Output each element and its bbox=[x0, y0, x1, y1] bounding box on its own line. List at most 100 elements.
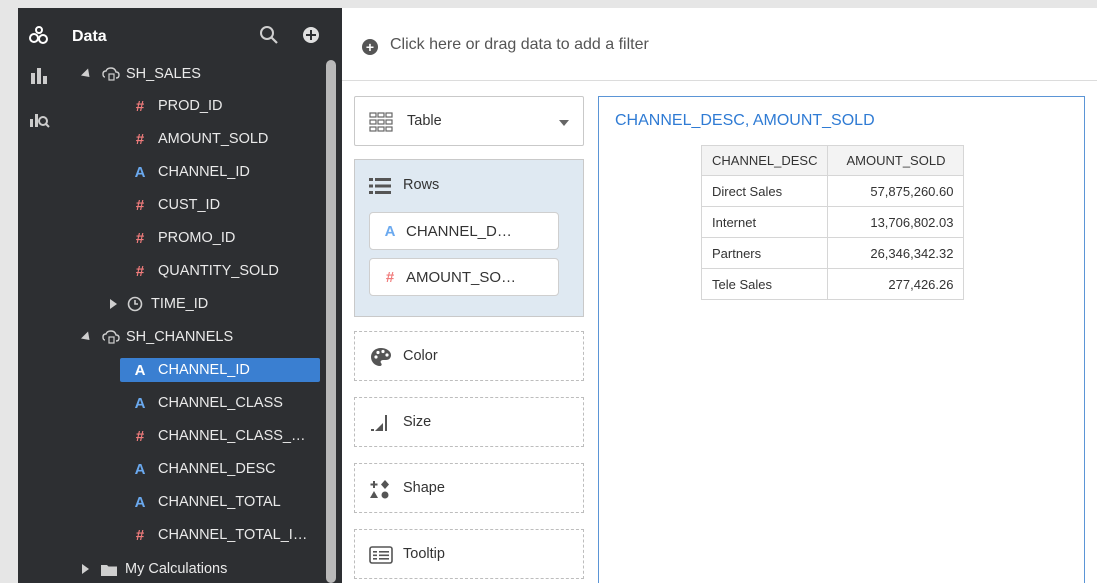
filter-bar[interactable]: + Click here or drag data to add a filte… bbox=[342, 8, 1097, 81]
rows-icon bbox=[369, 178, 391, 194]
data-panel-title: Data bbox=[72, 28, 107, 45]
color-label: Color bbox=[403, 348, 438, 364]
rows-pill-channel-desc[interactable]: A CHANNEL_D… bbox=[369, 212, 559, 250]
tooltip-dropzone[interactable]: Tooltip bbox=[354, 529, 584, 579]
tooltip-label: Tooltip bbox=[403, 546, 445, 562]
tooltip-icon bbox=[369, 546, 393, 564]
data-table: CHANNEL_DESC AMOUNT_SOLD Direct Sales 57… bbox=[700, 145, 965, 300]
tree-field-time-id[interactable]: TIME_ID bbox=[110, 292, 208, 316]
tree-field-channel-id-selected[interactable]: A CHANNEL_ID bbox=[120, 358, 320, 382]
column-header[interactable]: CHANNEL_DESC bbox=[700, 145, 829, 176]
tree-field-cust-id[interactable]: # CUST_ID bbox=[120, 193, 320, 217]
collapse-arrow-icon[interactable] bbox=[80, 67, 94, 81]
measure-icon: # bbox=[385, 268, 395, 286]
expand-arrow-icon[interactable] bbox=[82, 564, 89, 574]
visualizations-icon[interactable] bbox=[26, 62, 52, 88]
measure-icon: # bbox=[135, 262, 145, 280]
table-cell: Internet bbox=[700, 206, 829, 238]
field-label: QUANTITY_SOLD bbox=[158, 263, 279, 279]
field-label: CHANNEL_DESC bbox=[158, 461, 276, 477]
shape-label: Shape bbox=[403, 480, 445, 496]
table-header-row: CHANNEL_DESC AMOUNT_SOLD bbox=[700, 145, 965, 176]
collapse-arrow-icon[interactable] bbox=[80, 330, 94, 344]
attribute-icon: A bbox=[134, 361, 146, 379]
data-sources-icon[interactable] bbox=[26, 22, 52, 48]
attribute-icon: A bbox=[134, 163, 146, 181]
visualization-title[interactable]: CHANNEL_DESC, AMOUNT_SOLD bbox=[615, 112, 875, 130]
data-source-icon bbox=[102, 67, 120, 81]
tree-field-amount-sold[interactable]: # AMOUNT_SOLD bbox=[120, 127, 320, 151]
sidebar-iconbar bbox=[18, 8, 62, 583]
tree-node-label: SH_CHANNELS bbox=[126, 329, 234, 345]
tree-field-channel-class-id[interactable]: # CHANNEL_CLASS_… bbox=[120, 424, 320, 448]
table-cell: 13,706,802.03 bbox=[827, 206, 965, 238]
tree-field-channel-total[interactable]: A CHANNEL_TOTAL bbox=[120, 490, 320, 514]
tree-field-channel-desc[interactable]: A CHANNEL_DESC bbox=[120, 457, 320, 481]
tree-field-channel-class[interactable]: A CHANNEL_CLASS bbox=[120, 391, 320, 415]
field-label: CUST_ID bbox=[158, 197, 221, 213]
analytics-icon[interactable] bbox=[26, 106, 52, 132]
field-label: PROMO_ID bbox=[158, 230, 236, 246]
table-cell: Partners bbox=[700, 237, 829, 269]
chevron-down-icon bbox=[559, 120, 569, 126]
table-row[interactable]: Internet 13,706,802.03 bbox=[700, 206, 965, 238]
data-panel: Data SH_SALES # PROD_ID # AMOUNT_SOLD A … bbox=[62, 8, 342, 583]
attribute-icon: A bbox=[134, 493, 146, 511]
measure-icon: # bbox=[135, 427, 145, 445]
measure-icon: # bbox=[135, 130, 145, 148]
palette-icon bbox=[371, 348, 391, 366]
size-dropzone[interactable]: Size bbox=[354, 397, 584, 447]
measure-icon: # bbox=[135, 97, 145, 115]
measure-icon: # bbox=[135, 526, 145, 544]
rows-dropzone[interactable]: Rows A CHANNEL_D… # AMOUNT_SO… bbox=[354, 159, 584, 317]
tree-field-prod-id[interactable]: # PROD_ID bbox=[120, 94, 320, 118]
filter-hint[interactable]: Click here or drag data to add a filter bbox=[390, 36, 649, 54]
column-header[interactable]: AMOUNT_SOLD bbox=[827, 145, 965, 176]
tree-node-label: My Calculations bbox=[125, 561, 228, 577]
color-dropzone[interactable]: Color bbox=[354, 331, 584, 381]
add-filter-icon[interactable]: + bbox=[362, 39, 378, 55]
table-row[interactable]: Direct Sales 57,875,260.60 bbox=[700, 175, 965, 207]
clock-icon bbox=[127, 296, 143, 312]
field-label: CHANNEL_CLASS bbox=[158, 395, 283, 411]
tree-field-promo-id[interactable]: # PROMO_ID bbox=[120, 226, 320, 250]
tree-node-my-calculations[interactable]: My Calculations bbox=[82, 557, 227, 581]
shape-dropzone[interactable]: Shape bbox=[354, 463, 584, 513]
field-label: CHANNEL_TOTAL_I… bbox=[158, 527, 308, 543]
folder-icon bbox=[101, 564, 117, 576]
field-label: CHANNEL_ID bbox=[158, 164, 250, 180]
table-cell: 277,426.26 bbox=[827, 268, 965, 300]
size-label: Size bbox=[403, 414, 432, 430]
tree-node-sh-channels[interactable]: SH_CHANNELS bbox=[80, 325, 234, 349]
field-label: AMOUNT_SOLD bbox=[158, 131, 269, 147]
field-label: CHANNEL_TOTAL bbox=[158, 494, 281, 510]
field-label: TIME_ID bbox=[151, 296, 209, 312]
table-cell: Tele Sales bbox=[700, 268, 829, 300]
table-cell: 26,346,342.32 bbox=[827, 237, 965, 269]
add-icon[interactable] bbox=[300, 24, 322, 46]
app-window: Data SH_SALES # PROD_ID # AMOUNT_SOLD A … bbox=[18, 8, 1097, 583]
viz-type-dropdown[interactable]: Table bbox=[354, 96, 584, 146]
measure-icon: # bbox=[135, 196, 145, 214]
pill-label: CHANNEL_D… bbox=[406, 222, 512, 240]
table-row[interactable]: Partners 26,346,342.32 bbox=[700, 237, 965, 269]
field-label: PROD_ID bbox=[158, 98, 223, 114]
search-icon[interactable] bbox=[258, 24, 280, 46]
pill-label: AMOUNT_SO… bbox=[406, 268, 517, 286]
attribute-icon: A bbox=[134, 460, 146, 478]
visualization-canvas[interactable]: CHANNEL_DESC, AMOUNT_SOLD CHANNEL_DESC A… bbox=[598, 96, 1085, 583]
tree-node-sh-sales[interactable]: SH_SALES bbox=[80, 62, 201, 86]
rows-pill-amount-sold[interactable]: # AMOUNT_SO… bbox=[369, 258, 559, 296]
data-panel-scrollbar[interactable] bbox=[326, 60, 336, 583]
attribute-icon: A bbox=[134, 394, 146, 412]
field-label: CHANNEL_CLASS_… bbox=[158, 428, 306, 444]
tree-field-quantity-sold[interactable]: # QUANTITY_SOLD bbox=[120, 259, 320, 283]
expand-arrow-icon[interactable] bbox=[110, 299, 117, 309]
field-label: CHANNEL_ID bbox=[158, 362, 250, 378]
attribute-icon: A bbox=[384, 222, 396, 240]
table-cell: 57,875,260.60 bbox=[827, 175, 965, 207]
table-row[interactable]: Tele Sales 277,426.26 bbox=[700, 268, 965, 300]
tree-field-channel-total-id[interactable]: # CHANNEL_TOTAL_I… bbox=[120, 523, 320, 547]
tree-field-channel-id[interactable]: A CHANNEL_ID bbox=[120, 160, 320, 184]
grammar-panel: Table Rows A CHANNEL_D… # AMOUNT_SO… Col… bbox=[354, 96, 584, 583]
